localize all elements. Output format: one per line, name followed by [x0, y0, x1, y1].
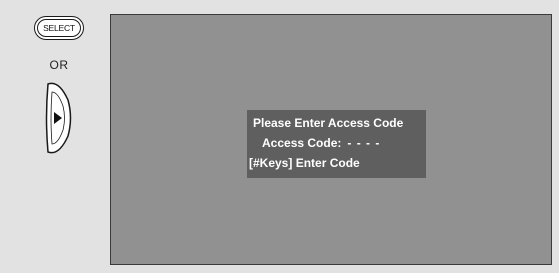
access-code-label: Access Code:: [262, 136, 342, 150]
access-code-row: Access Code: - - - -: [247, 133, 426, 153]
access-code-field[interactable]: - - - -: [347, 136, 380, 150]
select-button[interactable]: SELECT: [34, 16, 84, 40]
dialog-title: Please Enter Access Code: [253, 116, 404, 130]
or-label: OR: [49, 58, 69, 72]
select-button-label: SELECT: [37, 19, 81, 37]
right-arrow-key-icon[interactable]: [44, 78, 74, 158]
access-code-dialog: Please Enter Access Code Access Code: - -…: [247, 110, 426, 178]
keys-hint: [#Keys] Enter Code: [249, 156, 360, 170]
instruction-figure: SELECT OR Please Enter Access Code Acces…: [0, 0, 559, 273]
